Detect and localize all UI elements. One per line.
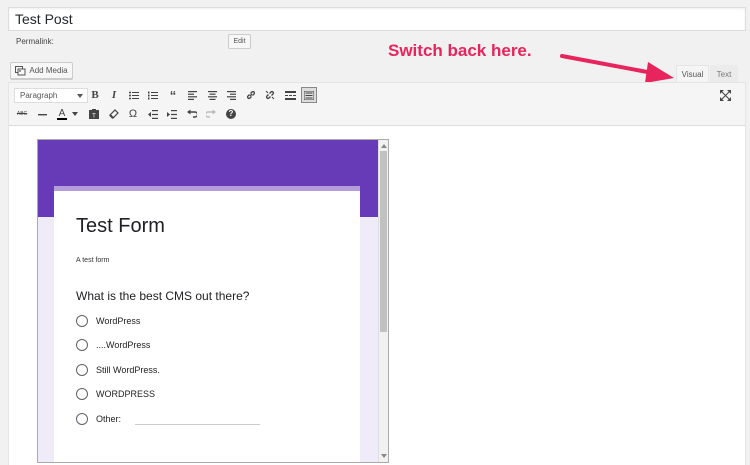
help-icon[interactable]: ? [223, 106, 239, 122]
add-media-label: Add Media [29, 66, 68, 75]
form-option[interactable]: WordPress [76, 315, 140, 327]
annotation-text: Switch back here. [388, 41, 532, 60]
bullet-list-icon[interactable] [126, 87, 142, 103]
redo-icon[interactable] [203, 106, 219, 122]
permalink-label: Permalink: [16, 37, 54, 46]
align-center-icon[interactable] [204, 87, 220, 103]
format-select[interactable]: Paragraph [14, 88, 88, 103]
bold-icon[interactable]: B [87, 87, 103, 103]
horizontal-line-icon[interactable] [34, 106, 50, 122]
text-color-chevron-down-icon[interactable] [67, 106, 83, 122]
blockquote-icon[interactable]: “ [165, 87, 181, 103]
format-select-value: Paragraph [20, 91, 58, 100]
form-option[interactable]: ....WordPress [76, 339, 150, 351]
text-color-letter: A [58, 107, 66, 119]
outdent-icon[interactable] [145, 106, 161, 122]
radio-icon[interactable] [76, 388, 88, 400]
form-option-label: Still WordPress. [96, 365, 160, 375]
strikethrough-icon[interactable]: ABC [14, 106, 30, 122]
align-left-icon[interactable] [184, 87, 200, 103]
align-right-icon[interactable] [223, 87, 239, 103]
svg-text:T: T [92, 114, 96, 120]
tab-visual[interactable]: Visual [676, 65, 709, 83]
chevron-down-icon [77, 94, 83, 98]
tab-text[interactable]: Text [710, 65, 738, 83]
form-option-other[interactable]: Other: [76, 413, 261, 425]
fullscreen-icon[interactable] [717, 87, 733, 103]
form-option[interactable]: WORDPRESS [76, 388, 155, 400]
undo-icon[interactable] [184, 106, 200, 122]
text-color-swatch [57, 117, 67, 120]
form-description: A test form [76, 257, 110, 264]
radio-icon[interactable] [76, 413, 88, 425]
form-option-label: WordPress [96, 316, 141, 326]
form-option[interactable]: Still WordPress. [76, 364, 160, 376]
permalink-edit-button[interactable]: Edit [228, 34, 251, 49]
radio-icon[interactable] [76, 364, 88, 376]
numbered-list-icon[interactable] [145, 87, 161, 103]
other-text-field[interactable] [135, 423, 261, 425]
editor-toolbar: Paragraph B I “ ABC A T Ω ? [9, 83, 745, 126]
paste-text-icon[interactable]: T [86, 106, 102, 122]
special-character-icon[interactable]: Ω [125, 106, 141, 122]
help-glyph: ? [226, 109, 236, 119]
radio-icon[interactable] [76, 315, 88, 327]
form-option-label: WORDPRESS [96, 389, 156, 399]
form-title: Test Form [76, 215, 165, 237]
unlink-icon[interactable] [262, 87, 278, 103]
form-card: Test Form A test form What is the best C… [54, 186, 360, 462]
radio-icon[interactable] [76, 339, 88, 351]
embedded-google-form[interactable]: Test Form A test form What is the best C… [37, 139, 389, 463]
add-media-button[interactable]: Add Media [10, 62, 73, 79]
scroll-thumb[interactable] [380, 151, 387, 332]
form-option-other-label: Other: [96, 414, 122, 424]
clear-formatting-icon[interactable] [106, 106, 122, 122]
form-question: What is the best CMS out there? [76, 289, 250, 303]
editor-container: Paragraph B I “ ABC A T Ω ? Test Form A … [8, 82, 746, 465]
scroll-up-icon[interactable] [381, 144, 387, 148]
read-more-icon[interactable] [282, 87, 298, 103]
link-icon[interactable] [243, 87, 259, 103]
indent-icon[interactable] [164, 106, 180, 122]
form-scrollbar[interactable] [378, 140, 388, 462]
italic-icon[interactable]: I [106, 87, 122, 103]
add-media-icon [15, 65, 26, 76]
form-option-label: ....WordPress [96, 340, 151, 350]
scroll-down-icon[interactable] [381, 454, 387, 458]
toolbar-toggle-icon[interactable] [301, 87, 317, 103]
post-title-input[interactable] [8, 7, 746, 31]
